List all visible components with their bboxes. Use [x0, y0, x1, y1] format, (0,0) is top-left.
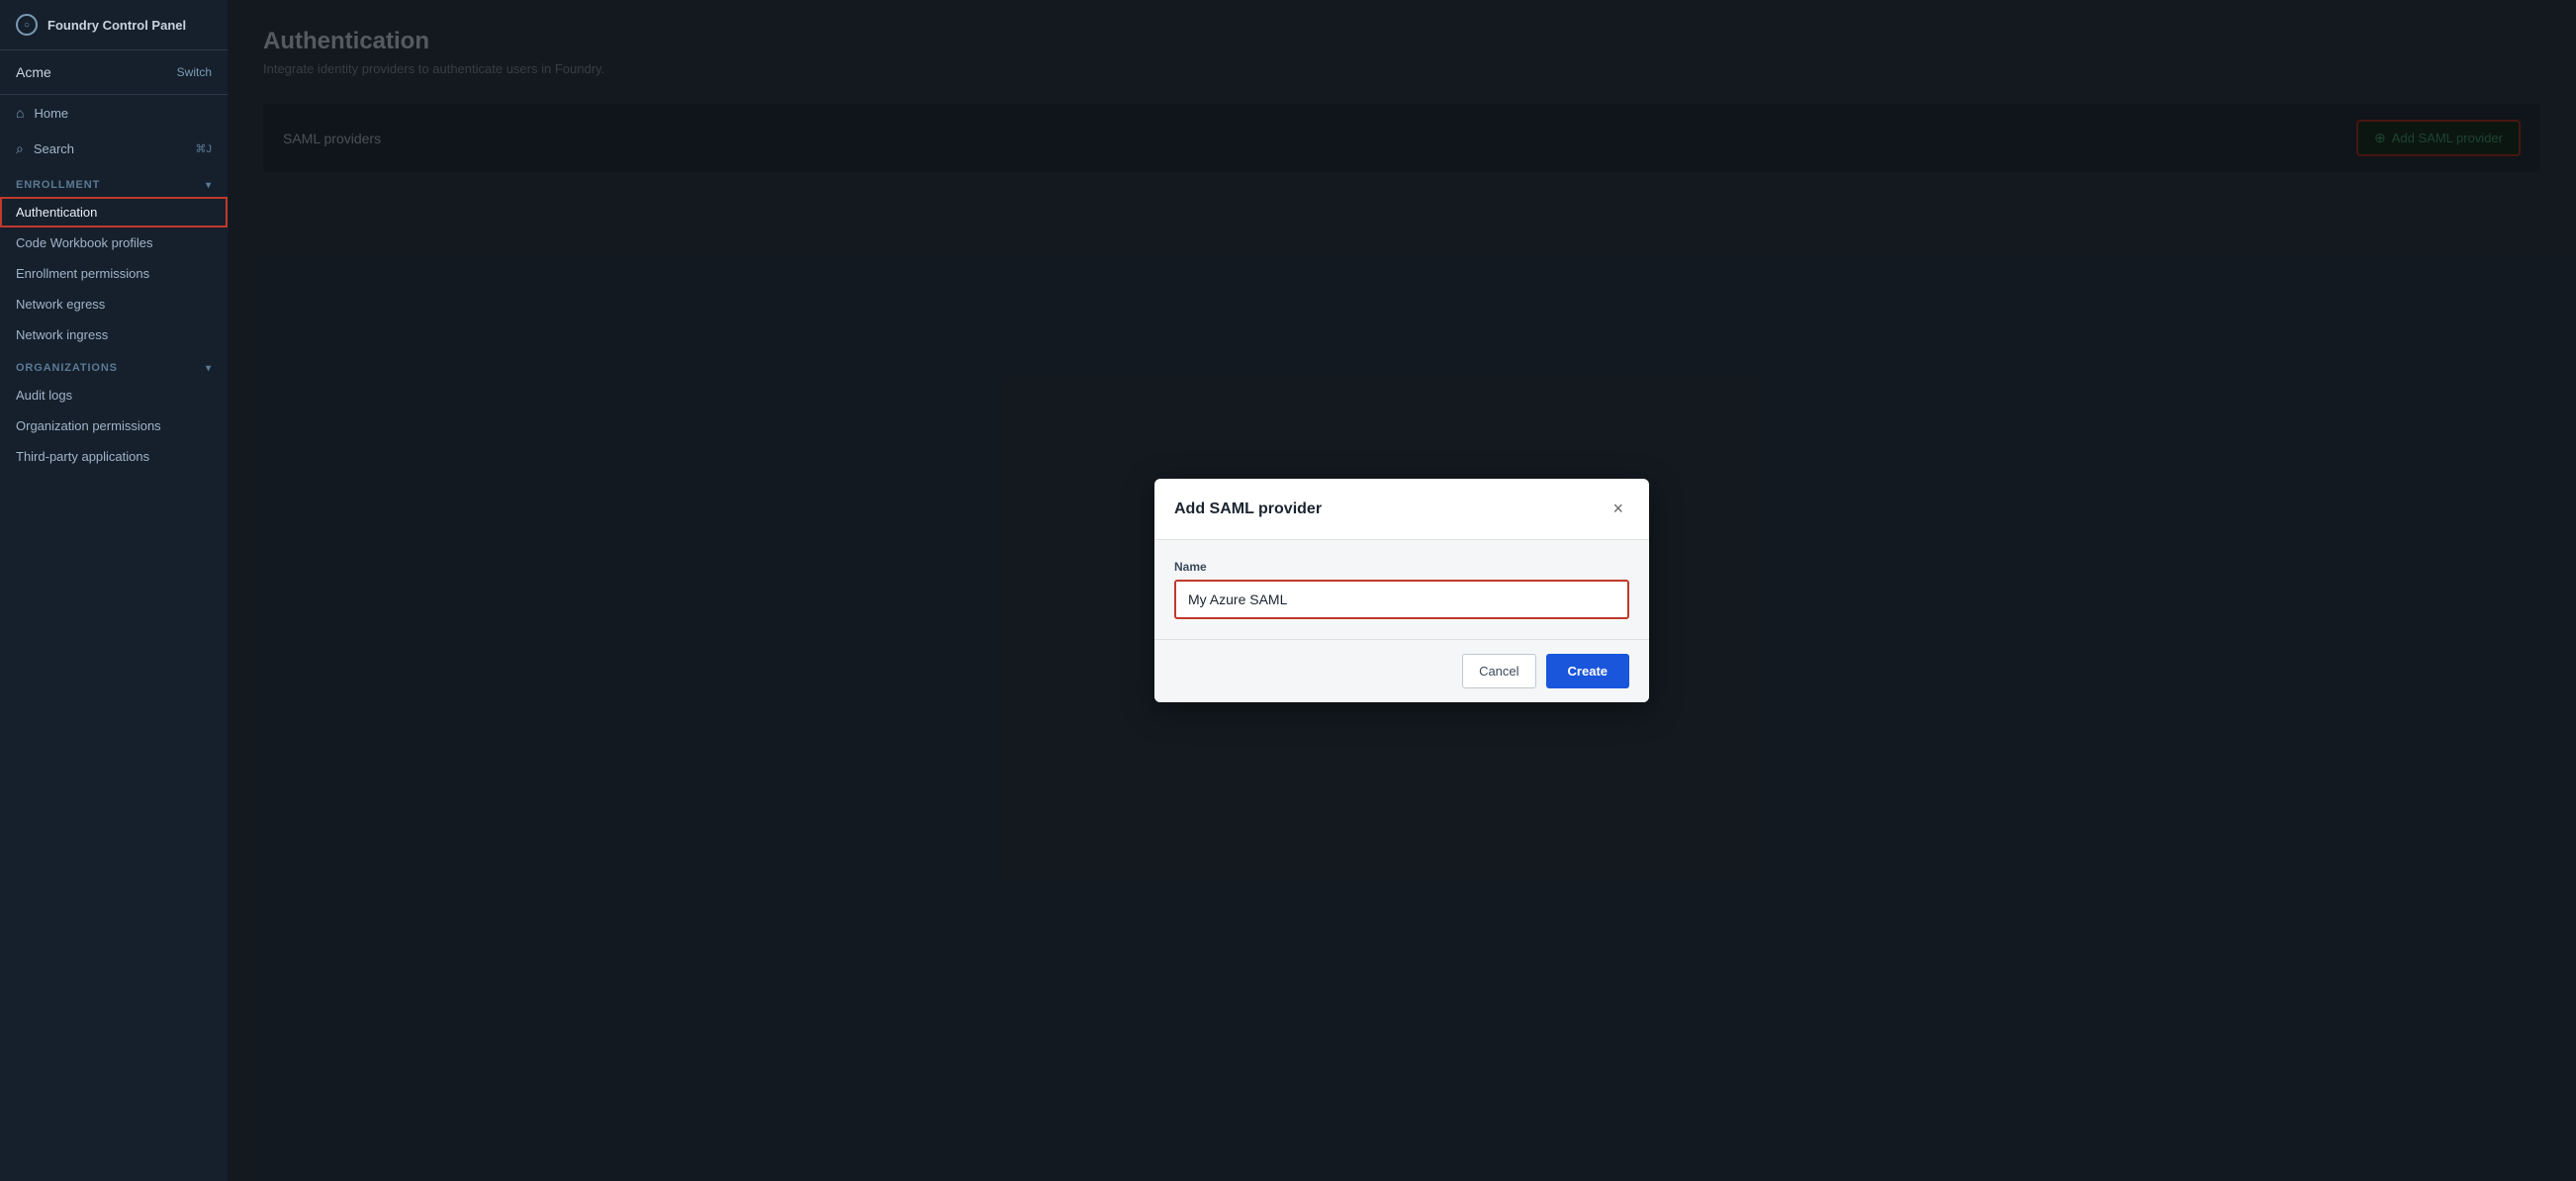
sidebar-item-home[interactable]: ⌂ Home: [0, 95, 228, 131]
enrollment-section-header: ENROLLMENT ▾: [0, 167, 228, 197]
foundry-icon: ○: [16, 14, 38, 36]
sidebar-item-network-ingress[interactable]: Network ingress: [0, 319, 228, 350]
switch-button[interactable]: Switch: [177, 65, 212, 79]
sidebar: ○ Foundry Control Panel Acme Switch ⌂ Ho…: [0, 0, 228, 1181]
organizations-section-title: ORGANIZATIONS: [16, 362, 118, 374]
sidebar-item-network-egress[interactable]: Network egress: [0, 289, 228, 319]
organizations-chevron-icon: ▾: [206, 363, 212, 374]
sidebar-item-enrollment-permissions[interactable]: Enrollment permissions: [0, 258, 228, 289]
modal-title: Add SAML provider: [1174, 500, 1322, 518]
enrollment-section-title: ENROLLMENT: [16, 179, 100, 191]
modal-footer: Cancel Create: [1154, 639, 1649, 702]
modal-header: Add SAML provider ×: [1154, 479, 1649, 540]
sidebar-item-authentication[interactable]: Authentication: [0, 197, 228, 227]
modal-overlay: Add SAML provider × Name Cancel Create: [228, 0, 2576, 1181]
org-name: Acme: [16, 64, 51, 80]
sidebar-item-code-workbook-profiles[interactable]: Code Workbook profiles: [0, 227, 228, 258]
cancel-button[interactable]: Cancel: [1462, 654, 1535, 688]
search-shortcut: ⌘J: [196, 142, 213, 155]
name-label: Name: [1174, 560, 1629, 574]
modal-body: Name: [1154, 540, 1649, 639]
home-icon: ⌂: [16, 105, 24, 121]
add-saml-provider-modal: Add SAML provider × Name Cancel Create: [1154, 479, 1649, 702]
sidebar-item-audit-logs[interactable]: Audit logs: [0, 380, 228, 410]
modal-close-button[interactable]: ×: [1607, 497, 1629, 521]
sidebar-item-organization-permissions[interactable]: Organization permissions: [0, 410, 228, 441]
sidebar-app-title: Foundry Control Panel: [47, 18, 186, 33]
name-input[interactable]: [1174, 580, 1629, 619]
sidebar-item-search-label: Search: [34, 141, 74, 156]
sidebar-org: Acme Switch: [0, 50, 228, 95]
enrollment-chevron-icon: ▾: [206, 180, 212, 191]
sidebar-header: ○ Foundry Control Panel: [0, 0, 228, 50]
organizations-section-header: ORGANIZATIONS ▾: [0, 350, 228, 380]
create-button[interactable]: Create: [1546, 654, 1629, 688]
search-icon: ⌕: [16, 140, 24, 157]
sidebar-item-third-party-applications[interactable]: Third-party applications: [0, 441, 228, 472]
sidebar-item-search[interactable]: ⌕ Search ⌘J: [0, 131, 228, 167]
main-content-area: Authentication Integrate identity provid…: [228, 0, 2576, 1181]
sidebar-item-home-label: Home: [34, 106, 68, 121]
